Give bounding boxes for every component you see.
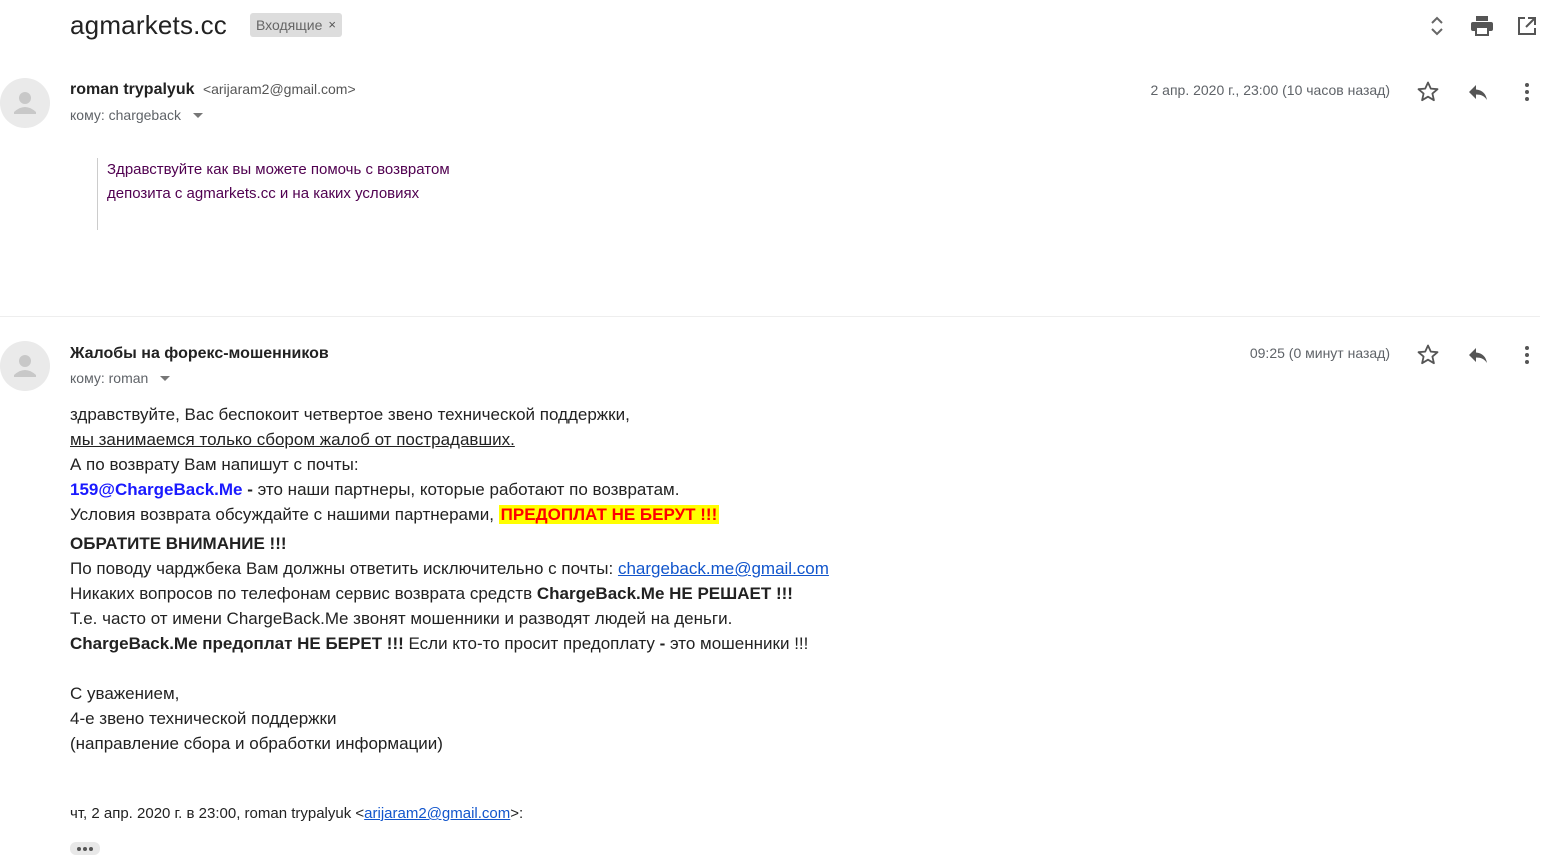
body-line: ChargeBack.Me предоплат НЕ БЕРЕТ !!! Есл…	[70, 631, 1070, 656]
message-body: здравствуйте, Вас беспокоит четвертое зв…	[70, 402, 1070, 656]
attribution-text: чт, 2 апр. 2020 г. в 23:00, roman trypal…	[70, 805, 365, 822]
body-line: Т.е. часто от имени ChargeBack.Me звонят…	[70, 609, 733, 628]
signature: С уважением, 4-е звено технической подде…	[70, 681, 443, 756]
body-text: Никаких вопросов по телефонам сервис воз…	[70, 584, 537, 603]
quote-attribution: чт, 2 апр. 2020 г. в 23:00, roman trypal…	[70, 805, 523, 822]
sender-avatar[interactable]	[0, 341, 50, 391]
body-text: Если кто-то просит предоплату	[403, 634, 660, 653]
star-icon[interactable]	[1413, 77, 1443, 107]
sender-name[interactable]: Жалобы на форекс-мошенников	[70, 345, 329, 362]
signature-line: С уважением,	[70, 684, 180, 703]
body-bold: ChargeBack.Me НЕ РЕШАЕТ !!!	[536, 584, 793, 603]
message-date: 2 апр. 2020 г., 23:00 (10 часов назад)	[1150, 82, 1390, 98]
sender-avatar[interactable]	[0, 78, 50, 128]
sender-email: <arijaram2@gmail.com>	[202, 81, 356, 97]
sender-line: roman trypalyuk <arijaram2@gmail.com>	[70, 81, 356, 99]
reply-icon[interactable]	[1463, 340, 1493, 370]
inbox-label-chip[interactable]: Входящие ×	[250, 13, 342, 37]
remove-label-icon[interactable]: ×	[328, 13, 336, 37]
label-text: Входящие	[256, 17, 323, 33]
partner-email: 159@ChargeBack.Me	[70, 480, 243, 499]
show-trimmed-content-button[interactable]	[70, 842, 100, 855]
open-in-new-window-icon[interactable]	[1513, 12, 1541, 40]
dash: -	[242, 480, 258, 499]
attribution-email-link[interactable]: arijaram2@gmail.com	[364, 805, 510, 822]
body-text: это мошенники !!!	[665, 634, 809, 653]
body-line-underlined: мы занимаемся только сбором жалоб от пос…	[70, 430, 515, 449]
body-text: Условия возврата обсуждайте с нашими пар…	[70, 505, 499, 524]
dot	[83, 846, 87, 851]
chargeback-email-link[interactable]: chargeback.me@gmail.com	[618, 559, 829, 578]
recipient-line[interactable]: кому: roman	[70, 370, 171, 386]
quote-line: депозита с agmarkets.cc и на каких услов…	[107, 185, 420, 202]
no-prepayment-highlight: ПРЕДОПЛАТ НЕ БЕРУТ !!!	[498, 505, 720, 524]
message-date: 09:25 (0 минут назад)	[1249, 345, 1390, 361]
more-options-icon[interactable]	[1512, 340, 1542, 370]
sender-line: Жалобы на форекс-мошенников	[70, 345, 329, 363]
body-text: По поводу чарджбека Вам должны ответить …	[70, 559, 618, 578]
quoted-message: Здравствуйте как вы можете помочь с возв…	[97, 158, 527, 230]
body-bold: ChargeBack.Me предоплат НЕ БЕРЕТ !!!	[70, 634, 404, 653]
more-options-icon[interactable]	[1512, 77, 1542, 107]
quote-line: Здравствуйте как вы можете помочь с возв…	[107, 161, 450, 178]
body-line: 159@ChargeBack.Me - это наши партнеры, к…	[70, 477, 1070, 502]
star-icon[interactable]	[1413, 340, 1443, 370]
sender-name[interactable]: roman trypalyuk	[70, 81, 194, 98]
message-divider	[0, 316, 1540, 317]
body-line: здравствуйте, Вас беспокоит четвертое зв…	[70, 405, 630, 424]
dot	[89, 846, 93, 851]
person-icon	[14, 355, 36, 377]
body-line: Никаких вопросов по телефонам сервис воз…	[70, 581, 1070, 606]
attribution-text: >:	[510, 805, 524, 822]
email-subject: agmarkets.cc	[70, 10, 228, 40]
body-text: это наши партнеры, которые работают по в…	[257, 480, 680, 499]
recipient-text: кому: chargeback	[70, 107, 182, 123]
attention-heading: ОБРАТИТЕ ВНИМАНИЕ !!!	[70, 534, 287, 553]
show-details-icon[interactable]	[193, 112, 204, 118]
expand-all-icon[interactable]	[1423, 12, 1451, 40]
print-icon[interactable]	[1468, 12, 1496, 40]
person-icon	[14, 92, 36, 114]
body-line: А по возврату Вам напишут с почты:	[70, 455, 359, 474]
reply-icon[interactable]	[1463, 77, 1493, 107]
signature-line: (направление сбора и обработки информаци…	[70, 734, 443, 753]
body-line: Условия возврата обсуждайте с нашими пар…	[70, 502, 1070, 527]
dot	[77, 846, 81, 851]
recipient-line[interactable]: кому: chargeback	[70, 107, 204, 123]
body-line: По поводу чарджбека Вам должны ответить …	[70, 556, 1070, 581]
show-details-icon[interactable]	[160, 375, 171, 381]
recipient-text: кому: roman	[70, 370, 149, 386]
signature-line: 4-е звено технической поддержки	[70, 709, 337, 728]
